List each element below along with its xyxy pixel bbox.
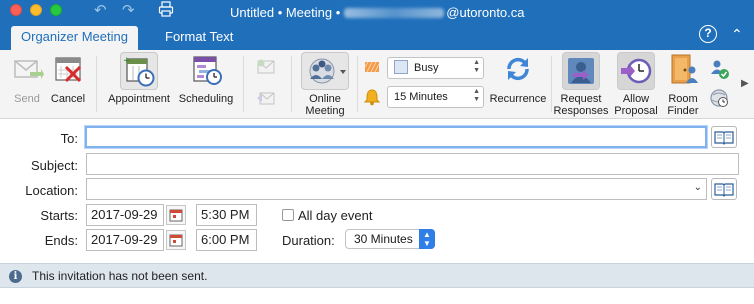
start-date-picker[interactable]: [166, 205, 186, 225]
all-day-label: All day event: [298, 208, 373, 223]
appointment-button[interactable]: + Appointment: [104, 52, 174, 105]
scheduling-button[interactable]: Scheduling: [175, 52, 237, 105]
help-icon[interactable]: ?: [699, 25, 717, 43]
request-responses-label: Request Responses: [553, 93, 609, 117]
online-meeting-button[interactable]: Online Meeting: [298, 52, 352, 117]
ends-label: Ends:: [44, 233, 78, 248]
start-date-field[interactable]: 2017-09-29: [86, 204, 164, 226]
calendar-icon: [169, 234, 183, 247]
ribbon-overflow-icon[interactable]: ▶: [741, 78, 749, 89]
end-time-field[interactable]: 6:00 PM: [196, 229, 257, 251]
allow-proposal-toggle[interactable]: Allow Proposal: [611, 52, 661, 117]
room-finder-button[interactable]: Room Finder: [664, 52, 702, 117]
request-responses-toggle[interactable]: Request Responses: [553, 52, 609, 117]
duration-select[interactable]: 30 Minutes ▲ ▼: [345, 229, 435, 249]
close-window-button[interactable]: [10, 4, 22, 16]
busy-swatch: [394, 60, 408, 74]
show-as-value: Busy: [414, 62, 439, 74]
info-bar: i This invitation has not been sent.: [0, 263, 754, 288]
reminder-bell-icon: [363, 89, 381, 106]
address-book-icon: [714, 131, 734, 145]
check-names-icon[interactable]: [708, 58, 730, 80]
ribbon: Send Cancel + Appointment Scheduling Onl…: [0, 50, 754, 119]
info-icon: i: [9, 270, 22, 283]
all-day-checkbox[interactable]: [282, 209, 294, 221]
end-date-field[interactable]: 2017-09-29: [86, 229, 164, 251]
window-title-suffix: @utoronto.ca: [446, 5, 525, 20]
appointment-label: Appointment: [108, 93, 170, 105]
request-responses-icon: [568, 58, 594, 84]
minimize-window-button[interactable]: [30, 4, 42, 16]
show-as-icon: [364, 61, 380, 73]
zoom-window-button[interactable]: [50, 4, 62, 16]
ribbon-divider: [96, 56, 97, 112]
location-address-book-button[interactable]: [711, 178, 737, 200]
reminder-select[interactable]: 15 Minutes ▲ ▼: [387, 86, 484, 108]
room-finder-label: Room Finder: [667, 93, 699, 117]
subject-input[interactable]: [86, 153, 739, 175]
send-label: Send: [14, 93, 40, 105]
duration-value: 30 Minutes: [354, 232, 413, 246]
room-finder-icon: [671, 54, 698, 84]
ribbon-divider: [551, 56, 552, 112]
stepper-arrows-icon: ▲ ▼: [473, 88, 480, 103]
ribbon-divider: [357, 56, 358, 112]
tab-format-text[interactable]: Format Text: [155, 26, 243, 50]
location-combo[interactable]: ⌄: [86, 178, 707, 200]
recurrence-icon: [507, 57, 529, 81]
subject-label: Subject:: [31, 158, 78, 173]
to-input[interactable]: [85, 126, 707, 148]
chevron-down-icon: ▲ ▼: [419, 229, 435, 249]
cancel-calendar-icon: [55, 57, 82, 83]
scheduling-label: Scheduling: [178, 93, 234, 105]
send-icon: [14, 60, 44, 79]
print-icon[interactable]: [158, 1, 174, 17]
tab-organizer-meeting[interactable]: Organizer Meeting: [11, 26, 138, 50]
address-book-icon: [714, 183, 734, 197]
undo-icon[interactable]: ↶: [94, 2, 107, 20]
scheduling-icon: [193, 56, 222, 85]
stepper-arrows-icon: ▲ ▼: [473, 59, 480, 74]
window-title: Untitled • Meeting • @utoronto.ca: [230, 5, 525, 21]
online-meeting-button-frame: [301, 52, 349, 90]
cancel-meeting-button[interactable]: Cancel: [48, 52, 88, 105]
calendar-icon: [169, 209, 183, 222]
redacted-email: [344, 8, 445, 18]
recurrence-label: Recurrence: [489, 93, 547, 105]
starts-label: Starts:: [40, 208, 78, 223]
address-book-button[interactable]: [711, 126, 737, 148]
ribbon-divider: [243, 56, 244, 112]
chevron-down-icon[interactable]: ⌄: [694, 182, 702, 193]
online-meeting-label: Online Meeting: [305, 93, 345, 117]
collapse-ribbon-icon[interactable]: ⌃: [731, 25, 743, 43]
duration-label: Duration:: [282, 233, 335, 248]
appointment-button-frame: +: [120, 52, 158, 90]
message-body[interactable]: [0, 289, 754, 304]
svg-text:+: +: [123, 56, 131, 66]
time-zones-icon[interactable]: [708, 87, 730, 109]
window-title-prefix: Untitled • Meeting •: [230, 5, 341, 20]
allow-proposal-frame: [617, 52, 655, 90]
redo-icon[interactable]: ↷: [122, 2, 135, 20]
title-bar: ↶ ↷ Untitled • Meeting • @utoronto.ca Org…: [0, 0, 754, 50]
send-button[interactable]: Send: [8, 52, 46, 105]
add-attachment-icon[interactable]: [255, 58, 277, 78]
end-date-picker[interactable]: [166, 230, 186, 250]
online-meeting-icon: [309, 58, 346, 84]
cancel-label: Cancel: [50, 93, 86, 105]
reminder-value: 15 Minutes: [394, 91, 448, 103]
allow-proposal-icon: [621, 58, 652, 84]
ribbon-divider: [291, 56, 292, 112]
allow-proposal-label: Allow Proposal: [614, 93, 658, 117]
info-message: This invitation has not been sent.: [32, 269, 208, 283]
start-time-field[interactable]: 5:30 PM: [196, 204, 257, 226]
show-as-select[interactable]: Busy ▲ ▼: [387, 57, 484, 79]
request-responses-frame: [562, 52, 600, 90]
to-label: To:: [60, 131, 78, 146]
recurrence-button[interactable]: Recurrence: [488, 52, 548, 105]
reply-meeting-icon[interactable]: [255, 88, 277, 108]
appointment-icon: +: [123, 56, 155, 87]
location-label: Location:: [25, 183, 78, 198]
